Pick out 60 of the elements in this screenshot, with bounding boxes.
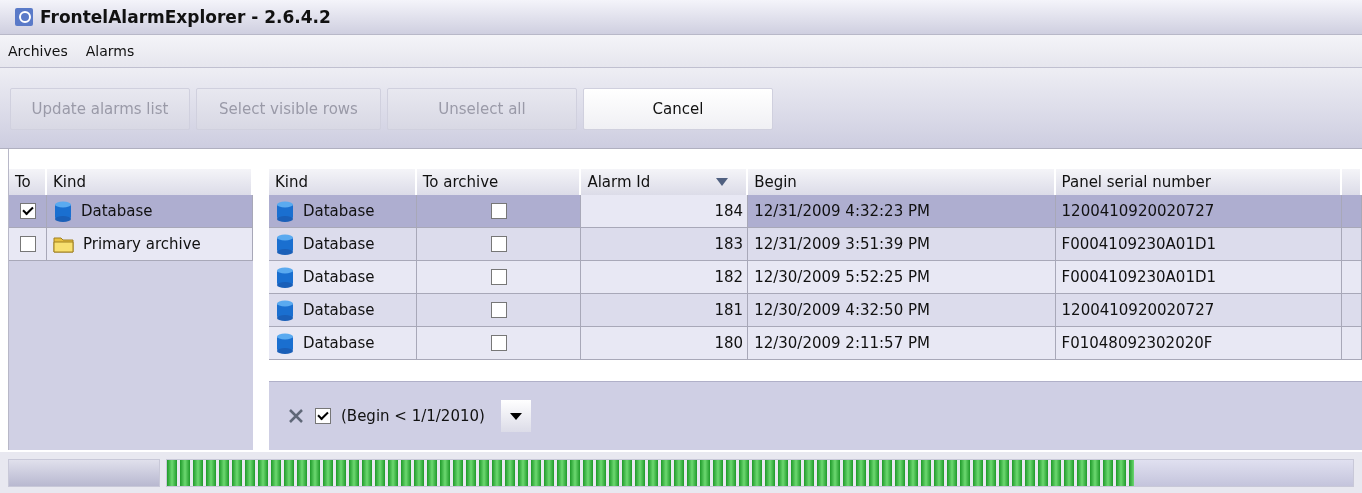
checkbox[interactable] <box>490 269 507 285</box>
checkbox[interactable] <box>490 203 507 219</box>
table-cell: 1200410920020727 <box>1055 195 1342 228</box>
checkbox[interactable] <box>490 302 507 318</box>
dropdown-button[interactable] <box>500 400 531 432</box>
archive-label: Database <box>81 202 153 220</box>
table-cell: Database <box>303 334 375 352</box>
database-icon <box>275 233 295 255</box>
column-header[interactable]: To <box>9 169 47 195</box>
column-header[interactable]: Begin <box>748 169 1056 195</box>
app-icon <box>14 7 34 27</box>
database-icon <box>53 200 73 222</box>
close-icon[interactable] <box>287 407 305 425</box>
filter-text: (Begin < 1/1/2010) <box>341 407 485 425</box>
table-cell <box>1342 195 1362 228</box>
table-cell: 12/30/2009 2:11:57 PM <box>748 327 1056 360</box>
table-cell: 12/31/2009 3:51:39 PM <box>748 228 1056 261</box>
archive-item[interactable]: Database <box>47 195 253 228</box>
table-cell: 12/30/2009 5:52:25 PM <box>748 261 1056 294</box>
window-title: FrontelAlarmExplorer - 2.6.4.2 <box>40 7 331 27</box>
table-cell <box>1342 294 1362 327</box>
table-cell <box>1342 261 1362 294</box>
table-cell <box>1342 327 1362 360</box>
table-cell: 183 <box>581 228 749 261</box>
table-cell: F0004109230A01D1 <box>1055 228 1342 261</box>
table-cell: F0004109230A01D1 <box>1055 261 1342 294</box>
table-cell: 181 <box>581 294 749 327</box>
toolbar-button[interactable]: Cancel <box>583 88 773 130</box>
table-cell: Database <box>303 301 375 319</box>
table-cell: Database <box>303 202 375 220</box>
database-icon <box>275 299 295 321</box>
column-header[interactable]: To archive <box>416 169 582 195</box>
archive-label: Primary archive <box>83 235 201 253</box>
table-cell: 182 <box>581 261 749 294</box>
database-icon <box>275 332 295 354</box>
column-header[interactable]: Panel serial number <box>1055 169 1342 195</box>
table-cell: F01048092302020F <box>1055 327 1342 360</box>
database-icon <box>275 266 295 288</box>
table-cell: Database <box>303 235 375 253</box>
table-cell: 12/30/2009 4:32:50 PM <box>748 294 1056 327</box>
table-cell: 12/31/2009 4:32:23 PM <box>748 195 1056 228</box>
checkbox[interactable] <box>19 236 36 252</box>
checkbox[interactable] <box>490 236 507 252</box>
table-cell: 184 <box>581 195 749 228</box>
folder-icon <box>53 234 75 254</box>
caret-icon <box>509 412 522 420</box>
column-header[interactable]: Kind <box>269 169 417 195</box>
checkbox[interactable] <box>315 408 331 424</box>
table-cell <box>1342 228 1362 261</box>
table-cell: 1200410920020727 <box>1055 294 1342 327</box>
checkbox[interactable] <box>490 335 507 351</box>
table-cell: 180 <box>581 327 749 360</box>
archive-item[interactable]: Primary archive <box>47 228 253 261</box>
menu-item[interactable]: Archives <box>8 43 68 59</box>
table-cell: Database <box>303 268 375 286</box>
column-header[interactable]: Alarm Id <box>581 169 749 195</box>
database-icon <box>275 200 295 222</box>
column-header[interactable]: Kind <box>47 169 253 195</box>
checkbox[interactable] <box>19 203 36 219</box>
menu-item[interactable]: Alarms <box>85 43 135 59</box>
